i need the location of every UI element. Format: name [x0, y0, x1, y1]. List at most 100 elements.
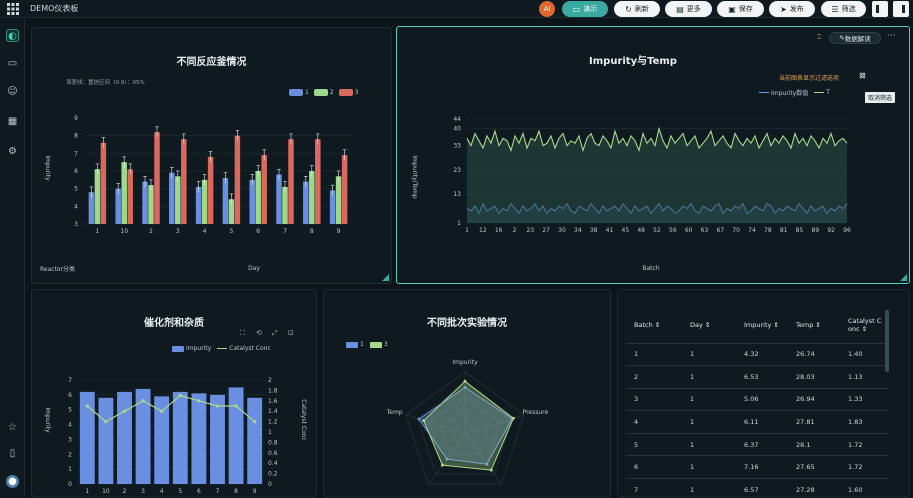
user-avatar[interactable]: ●: [6, 475, 19, 488]
table-body: 1 1 4.32 26.74 1.40 2 1 6.53 28.03 1.13 3 1 5.06 26.9…: [626, 343, 888, 496]
layout-toggle-right[interactable]: [893, 1, 909, 17]
app-title: DEMO仪表板: [30, 4, 79, 13]
col-temp[interactable]: Temp ⇕: [788, 308, 840, 344]
panel-radar: 不同批次实验情况 1 3 Impurity Pressure Temp: [323, 289, 611, 497]
table-row[interactable]: 5 1 6.37 28.1 1.72: [626, 433, 888, 457]
panel-reactor: 不同反应釜情况 误差线：置信区间（0.9）：95% 1 2 3 34567891…: [31, 27, 392, 284]
filter-icon: ☰: [831, 4, 839, 14]
y2-axis-label: Catalyst Conc: [300, 399, 307, 440]
layout-toggle-left[interactable]: [872, 1, 888, 17]
col-day[interactable]: Day ⇕: [682, 308, 736, 344]
table-cell: 6.37: [736, 433, 788, 457]
present-button[interactable]: ▭ 演示: [562, 1, 608, 17]
x-tick-label: 7: [283, 228, 287, 235]
table-cell: 1: [682, 343, 736, 367]
radar-point: [463, 379, 467, 383]
y-tick-label: 33: [453, 143, 461, 150]
bar: [154, 132, 160, 224]
sidebar-settings-icon[interactable]: ⚙: [6, 145, 19, 158]
area-fill-temp: [467, 128, 847, 223]
panel-impurity-temp[interactable]: Impurity与Temp ⌶ ✎ 数据解读 ··· 当前图表显示过滤选项 ⊠ 取…: [396, 26, 910, 284]
x-tick-label: 2: [149, 228, 153, 235]
reactor-bar-chart: 3 4 5 6 7 8 9 1 10 2 3 4 5 6 7 8 9 Day Impurity: [44, 115, 352, 272]
table-row[interactable]: 6 1 7.16 27.65 1.72: [626, 455, 888, 480]
resize-handle[interactable]: [900, 274, 907, 281]
table-cell: 1: [682, 410, 736, 434]
x-tick-label: 34: [574, 227, 582, 234]
x-tick-label: 30: [558, 227, 566, 234]
table-row[interactable]: 4 1 6.11 27.81 1.83: [626, 410, 888, 434]
x-tick-label: 74: [748, 227, 756, 234]
table-cell: 3: [626, 388, 682, 412]
publish-button[interactable]: ➤ 发布: [769, 1, 815, 17]
x-tick-label: 9: [337, 228, 341, 235]
filter-button[interactable]: ☰ 筛选: [821, 1, 866, 17]
x-tick-label: 10: [120, 228, 128, 235]
bar: [181, 139, 187, 224]
refresh-button[interactable]: ↻ 刷新: [614, 1, 660, 17]
table-cell: 1.72: [840, 433, 888, 457]
sidebar-book-icon[interactable]: ▯: [6, 447, 19, 460]
radar-point: [489, 468, 493, 472]
col-catalyst[interactable]: Catalyst C onc ⇕: [840, 308, 888, 344]
col-batch[interactable]: Batch ⇕: [626, 308, 682, 344]
bar: [222, 178, 229, 224]
ai-assistant-avatar[interactable]: AI: [539, 1, 555, 17]
sidebar-database-icon[interactable]: ▦: [6, 115, 19, 128]
resize-handle[interactable]: [382, 274, 389, 281]
y-tick-label: 23: [453, 167, 461, 174]
x-tick-label: 48: [637, 227, 645, 234]
table-cell: 6.11: [736, 410, 788, 434]
y2-tick-label: 0.6: [268, 450, 278, 457]
x-axis-label: Batch: [642, 265, 659, 272]
radar-point: [422, 419, 426, 423]
app-grid-icon[interactable]: [7, 3, 19, 15]
x-tick-label: 4: [203, 228, 207, 235]
sidebar-dashboard-icon[interactable]: ◐: [6, 29, 19, 42]
y2-tick-label: 1.4: [268, 408, 278, 415]
x-tick-label: 6: [256, 228, 260, 235]
line-point: [141, 399, 145, 403]
sidebar-users-icon[interactable]: ☺: [6, 85, 19, 98]
y-tick-label: 7: [68, 377, 72, 384]
more-button[interactable]: ▤ 更多: [665, 1, 712, 17]
y-tick-label: 13: [453, 191, 461, 198]
table-row[interactable]: 7 1 6.57 27.28 1.60: [626, 478, 888, 496]
y-tick-label: 1: [457, 220, 461, 227]
table-row[interactable]: 2 1 6.53 28.03 1.13: [626, 365, 888, 389]
sidebar-star-icon[interactable]: ☆: [6, 421, 19, 434]
bar: [234, 135, 241, 224]
col-impurity[interactable]: Impurity ⇕: [736, 308, 788, 344]
table-row[interactable]: 1 1 4.32 26.74 1.40: [626, 343, 888, 367]
bar: [121, 162, 127, 224]
radar-point: [417, 417, 421, 421]
table-cell: 27.81: [788, 410, 840, 434]
bar: [191, 393, 207, 484]
table-cell: 1.13: [840, 365, 888, 389]
table-cell: 26.74: [788, 343, 840, 367]
y-tick-label: 7: [74, 150, 78, 157]
y-tick-label: 40: [453, 126, 461, 133]
radar-axis-label: Pressure: [523, 409, 549, 416]
bar: [210, 394, 225, 484]
y2-tick-label: 1: [268, 429, 272, 436]
table-cell: 1.60: [840, 478, 888, 496]
y-tick-label: 4: [68, 422, 72, 429]
bar: [94, 169, 101, 224]
y-tick-label: 3: [68, 436, 72, 443]
x-tick-label: 63: [701, 227, 709, 234]
x-tick-label: 8: [234, 488, 238, 495]
y-tick-label: 2: [68, 451, 72, 458]
y-tick-label: 9: [74, 115, 78, 122]
table-scrollbar[interactable]: [885, 310, 889, 372]
x-tick-label: 1: [95, 228, 99, 235]
bar: [207, 156, 214, 224]
y-axis-label: Impurity: [44, 155, 51, 181]
table-header-row: Batch ⇕ Day ⇕ Impurity ⇕ Temp ⇕ Catalyst…: [626, 308, 888, 344]
table-row[interactable]: 3 1 5.06 26.94 1.33: [626, 388, 888, 412]
panel-data-table: Batch ⇕ Day ⇕ Impurity ⇕ Temp ⇕ Catalyst…: [617, 289, 910, 497]
bar: [247, 397, 263, 484]
table-cell: 1: [682, 433, 736, 457]
sidebar-folder-icon[interactable]: ▭: [6, 57, 19, 70]
save-button[interactable]: ▣ 保存: [717, 1, 764, 17]
